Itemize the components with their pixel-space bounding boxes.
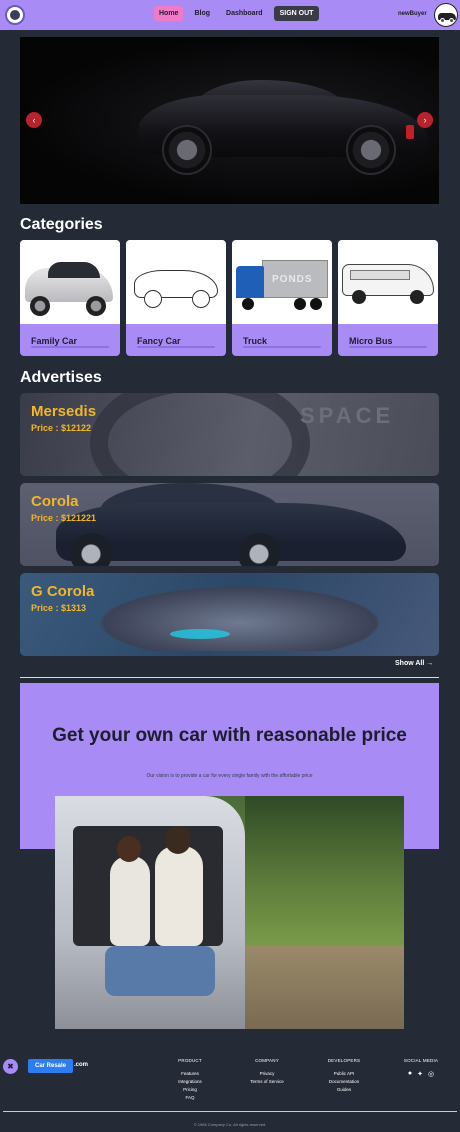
promo-heading: Get your own car with reasonable price — [52, 725, 407, 746]
footer-column-product: PRODUCT Features Integrations Pricing FA… — [174, 1058, 206, 1102]
footer-link-public-api[interactable]: Public API — [323, 1070, 365, 1078]
instagram-icon[interactable]: ◎ — [428, 1070, 434, 1078]
ad-card-g-corola[interactable]: G Corola Price : $1313 — [20, 573, 439, 656]
footer-column-company: COMPANY Privacy Terms of Service — [245, 1058, 289, 1086]
signout-button[interactable]: SIGN OUT — [273, 6, 320, 21]
ad-price: Price : $12122 — [31, 423, 92, 433]
hero-carousel: ‹ › — [20, 37, 439, 204]
footer-column-social: SOCIAL MEDIA ● ✦ ◎ — [402, 1058, 440, 1078]
brand-suffix: .com — [74, 1062, 89, 1068]
brand-button[interactable]: Car Resale — [28, 1059, 74, 1073]
footer-link-privacy[interactable]: Privacy — [245, 1070, 289, 1078]
category-label: Fancy Car — [137, 336, 181, 346]
username: newBuyer — [398, 11, 427, 17]
footer-link-terms[interactable]: Terms of Service — [245, 1078, 289, 1086]
footer-link-integrations[interactable]: Integrations — [174, 1078, 206, 1086]
promo-subtitle: Our vision is to provide a car for every… — [146, 773, 313, 779]
categories-title: Categories — [20, 216, 103, 233]
micro-bus-image — [338, 240, 438, 324]
truck-image: PONDS — [232, 240, 332, 324]
family-car-image — [20, 240, 120, 324]
truck-logo-text: PONDS — [272, 274, 313, 285]
ad-card-corola[interactable]: Corola Price : $121221 — [20, 483, 439, 566]
footer-logo-icon[interactable]: ✖ — [3, 1059, 18, 1074]
footer-link-guides[interactable]: Guides — [323, 1086, 365, 1094]
footer-column-developers: DEVELOPERS Public API Documentation Guid… — [323, 1058, 365, 1094]
ad-background-text: SPACE — [300, 403, 395, 428]
avatar[interactable] — [434, 3, 458, 27]
fancy-car-image — [126, 240, 226, 324]
footer-link-pricing[interactable]: Pricing — [174, 1086, 206, 1094]
ad-card-mersedis[interactable]: SPACE Mersedis Price : $12122 — [20, 393, 439, 476]
ad-title: Mersedis — [31, 403, 97, 420]
nav-link-dashboard[interactable]: Dashboard — [221, 6, 268, 21]
category-card-fancy-car[interactable]: Fancy Car — [126, 240, 226, 356]
logo-icon[interactable] — [5, 5, 25, 25]
twitter-icon[interactable]: ✦ — [417, 1070, 423, 1078]
footer-heading: COMPANY — [255, 1058, 279, 1063]
nav-link-home[interactable]: Home — [154, 6, 184, 21]
ad-car-image — [80, 581, 400, 651]
show-all-link[interactable]: Show All → — [395, 660, 433, 667]
navbar: Home Blog Dashboard SIGN OUT newBuyer — [0, 0, 460, 30]
category-card-truck[interactable]: PONDS Truck — [232, 240, 332, 356]
nav-links: Home Blog Dashboard SIGN OUT — [154, 6, 320, 21]
ad-title: G Corola — [31, 583, 95, 600]
footer-link-documentation[interactable]: Documentation — [323, 1078, 365, 1086]
category-card-micro-bus[interactable]: Micro Bus — [338, 240, 438, 356]
family-car-photo — [55, 796, 404, 1029]
ad-title: Corola — [31, 493, 79, 510]
category-label: Truck — [243, 336, 268, 346]
copyright-text: © 1968 Company Co. All rights reserved. — [193, 1122, 267, 1127]
category-label: Family Car — [31, 336, 78, 346]
chevron-left-icon[interactable]: ‹ — [26, 112, 42, 128]
category-list: Family Car Fancy Car PONDS Truck Micro B… — [20, 240, 438, 356]
footer-heading: SOCIAL MEDIA — [403, 1058, 439, 1063]
footer-link-features[interactable]: Features — [174, 1070, 206, 1078]
nav-link-blog[interactable]: Blog — [189, 6, 215, 21]
social-icons: ● ✦ ◎ — [402, 1070, 440, 1078]
footer-heading: DEVELOPERS — [327, 1058, 361, 1063]
footer-link-faq[interactable]: FAQ — [174, 1094, 206, 1102]
footer-heading: PRODUCT — [178, 1058, 202, 1063]
ad-price: Price : $1313 — [31, 603, 87, 613]
category-card-family-car[interactable]: Family Car — [20, 240, 120, 356]
chevron-right-icon[interactable]: › — [417, 112, 433, 128]
divider — [20, 677, 439, 678]
ad-price: Price : $121221 — [31, 513, 97, 523]
footer-divider — [3, 1111, 457, 1112]
facebook-icon[interactable]: ● — [408, 1070, 412, 1078]
category-label: Micro Bus — [349, 336, 393, 346]
advertises-title: Advertises — [20, 369, 102, 386]
